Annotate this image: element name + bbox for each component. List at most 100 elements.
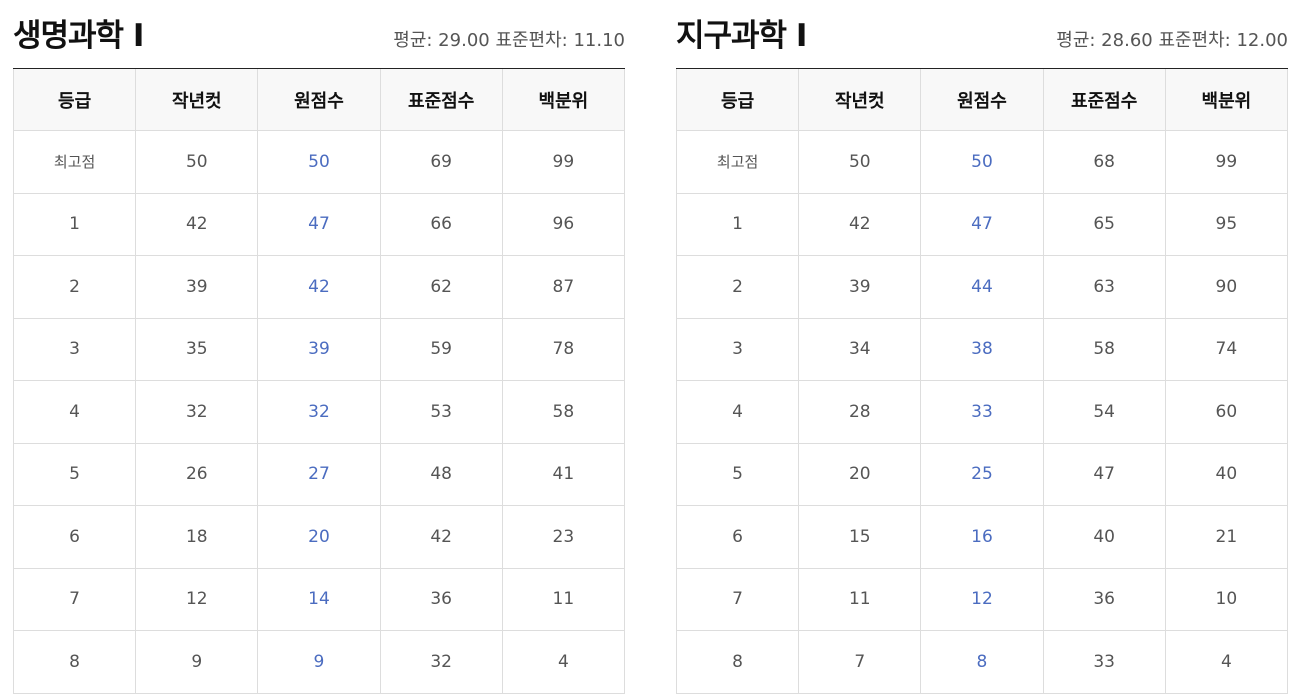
grade-cell: 3	[675, 317, 800, 381]
grade-cell: 7	[675, 567, 800, 631]
raw-score-cell: 12	[920, 567, 1044, 631]
standard-score-cell: 48	[379, 442, 503, 506]
panel-life-science: 생명과학 Ⅰ 평균: 29.00 표준편차: 11.10 등급 작년컷 원점수 …	[12, 0, 626, 694]
standard-score-cell: 53	[379, 380, 503, 444]
grade-cell: 1	[675, 192, 800, 256]
standard-score-cell: 32	[379, 630, 503, 694]
percentile-cell: 96	[501, 192, 626, 256]
panel-title: 지구과학 Ⅰ	[676, 18, 807, 54]
percentile-cell: 99	[1164, 130, 1289, 194]
standard-score-cell: 65	[1042, 192, 1166, 256]
table-row: 7 12 14 36 11	[12, 567, 626, 631]
table-header-row: 등급 작년컷 원점수 표준점수 백분위	[12, 69, 626, 131]
last-year-cut-cell: 9	[135, 630, 259, 694]
grade-cell: 6	[12, 505, 137, 569]
last-year-cut-cell: 15	[798, 505, 922, 569]
percentile-cell: 41	[501, 442, 626, 506]
last-year-cut-cell: 20	[798, 442, 922, 506]
raw-score-cell: 14	[257, 567, 381, 631]
table-body: 최고점 50 50 69 99 1 42 47 66 96 2 39 42 62…	[12, 130, 626, 694]
standard-score-cell: 62	[379, 255, 503, 319]
raw-score-cell: 20	[257, 505, 381, 569]
grade-table: 등급 작년컷 원점수 표준점수 백분위 최고점 50 50 68 99 1 42…	[675, 69, 1289, 694]
panel-stats: 평균: 28.60 표준편차: 12.00	[1056, 30, 1288, 51]
raw-score-cell: 39	[257, 317, 381, 381]
last-year-cut-cell: 34	[798, 317, 922, 381]
percentile-cell: 87	[501, 255, 626, 319]
grade-cell: 최고점	[675, 130, 800, 194]
percentile-cell: 21	[1164, 505, 1289, 569]
table-row: 2 39 42 62 87	[12, 255, 626, 319]
last-year-cut-cell: 11	[798, 567, 922, 631]
last-year-cut-cell: 50	[798, 130, 922, 194]
raw-score-cell: 42	[257, 255, 381, 319]
panel-stats: 평균: 29.00 표준편차: 11.10	[393, 30, 625, 51]
table-row: 최고점 50 50 68 99	[675, 130, 1289, 194]
column-header-grade: 등급	[12, 69, 137, 131]
last-year-cut-cell: 35	[135, 317, 259, 381]
percentile-cell: 78	[501, 317, 626, 381]
raw-score-cell: 32	[257, 380, 381, 444]
grade-cell: 4	[675, 380, 800, 444]
standard-score-cell: 63	[1042, 255, 1166, 319]
column-header-last-year-cut: 작년컷	[135, 69, 259, 131]
column-header-grade: 등급	[675, 69, 800, 131]
percentile-cell: 74	[1164, 317, 1289, 381]
grade-cell: 8	[12, 630, 137, 694]
table-row: 4 28 33 54 60	[675, 380, 1289, 444]
percentile-cell: 11	[501, 567, 626, 631]
raw-score-cell: 44	[920, 255, 1044, 319]
standard-score-cell: 33	[1042, 630, 1166, 694]
table-row: 8 9 9 32 4	[12, 630, 626, 694]
standard-score-cell: 54	[1042, 380, 1166, 444]
percentile-cell: 4	[501, 630, 626, 694]
last-year-cut-cell: 42	[135, 192, 259, 256]
percentile-cell: 23	[501, 505, 626, 569]
percentile-cell: 4	[1164, 630, 1289, 694]
percentile-cell: 95	[1164, 192, 1289, 256]
grade-cell: 7	[12, 567, 137, 631]
column-header-standard-score: 표준점수	[379, 69, 503, 131]
raw-score-cell: 50	[257, 130, 381, 194]
table-row: 5 20 25 47 40	[675, 442, 1289, 506]
grade-cell: 4	[12, 380, 137, 444]
last-year-cut-cell: 42	[798, 192, 922, 256]
column-header-percentile: 백분위	[501, 69, 626, 131]
raw-score-cell: 47	[920, 192, 1044, 256]
last-year-cut-cell: 39	[135, 255, 259, 319]
last-year-cut-cell: 18	[135, 505, 259, 569]
standard-score-cell: 36	[379, 567, 503, 631]
grade-cell: 2	[12, 255, 137, 319]
standard-score-cell: 42	[379, 505, 503, 569]
table-row: 1 42 47 66 96	[12, 192, 626, 256]
column-header-raw-score: 원점수	[920, 69, 1044, 131]
percentile-cell: 58	[501, 380, 626, 444]
percentile-cell: 40	[1164, 442, 1289, 506]
last-year-cut-cell: 12	[135, 567, 259, 631]
percentile-cell: 60	[1164, 380, 1289, 444]
table-row: 5 26 27 48 41	[12, 442, 626, 506]
raw-score-cell: 47	[257, 192, 381, 256]
panel-title: 생명과학 Ⅰ	[13, 18, 144, 54]
table-row: 6 18 20 42 23	[12, 505, 626, 569]
column-header-last-year-cut: 작년컷	[798, 69, 922, 131]
standard-score-cell: 68	[1042, 130, 1166, 194]
percentile-cell: 90	[1164, 255, 1289, 319]
grade-cell: 2	[675, 255, 800, 319]
last-year-cut-cell: 50	[135, 130, 259, 194]
grade-table: 등급 작년컷 원점수 표준점수 백분위 최고점 50 50 69 99 1 42…	[12, 69, 626, 694]
grade-cell: 최고점	[12, 130, 137, 194]
table-header-row: 등급 작년컷 원점수 표준점수 백분위	[675, 69, 1289, 131]
panel-header: 지구과학 Ⅰ 평균: 28.60 표준편차: 12.00	[676, 0, 1288, 69]
table-row: 1 42 47 65 95	[675, 192, 1289, 256]
raw-score-cell: 38	[920, 317, 1044, 381]
standard-score-cell: 58	[1042, 317, 1166, 381]
standard-score-cell: 59	[379, 317, 503, 381]
column-header-standard-score: 표준점수	[1042, 69, 1166, 131]
table-row: 8 7 8 33 4	[675, 630, 1289, 694]
raw-score-cell: 27	[257, 442, 381, 506]
panel-header: 생명과학 Ⅰ 평균: 29.00 표준편차: 11.10	[13, 0, 625, 69]
column-header-percentile: 백분위	[1164, 69, 1289, 131]
column-header-raw-score: 원점수	[257, 69, 381, 131]
standard-score-cell: 36	[1042, 567, 1166, 631]
